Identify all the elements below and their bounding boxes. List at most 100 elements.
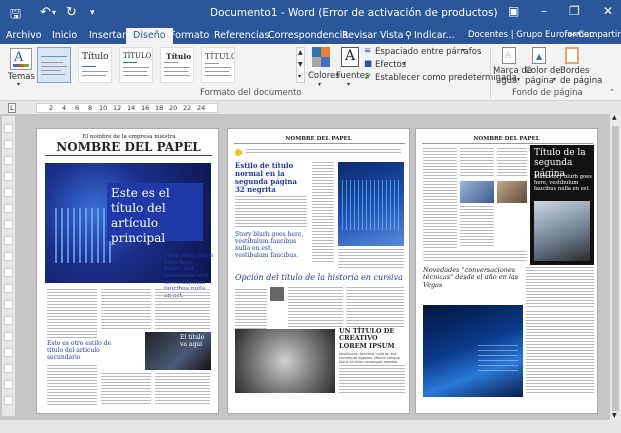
ruler-number: 18 <box>155 104 164 112</box>
horizontal-ruler-row: L 2 4 6 8 10 12 14 16 18 20 22 24 <box>0 101 621 114</box>
page2-photo-image <box>235 329 335 393</box>
customize-quick-access-icon[interactable]: ▾ <box>90 8 95 18</box>
page2-blurb: Story blurb goes here, vestibulum faucib… <box>235 231 304 259</box>
color-pagina-label[interactable]: Color de <box>525 66 561 76</box>
style-thumb-selected[interactable] <box>37 47 71 83</box>
colores-icon[interactable] <box>312 47 330 67</box>
efectos-dropdown-icon[interactable]: ▾ <box>403 60 406 67</box>
tab-selector-icon[interactable]: L <box>8 103 16 113</box>
check-icon[interactable]: ✔ <box>364 72 372 83</box>
scroll-up-icon[interactable]: ▲ <box>612 114 617 121</box>
vertical-ruler[interactable] <box>2 116 15 416</box>
espaciado-dropdown-icon[interactable]: ▾ <box>462 47 465 54</box>
page-1[interactable]: El nombre de la empresa nuestra NOMBRE D… <box>36 128 219 414</box>
ruler-number: 4 <box>62 104 67 112</box>
minimize-icon[interactable]: – <box>541 4 547 18</box>
scrollbar-thumb[interactable] <box>612 126 619 411</box>
tab-referencias[interactable]: Referencias <box>214 28 269 44</box>
tab-inicio[interactable]: Inicio <box>52 28 77 44</box>
page3-script-headline: Novedades "conversaciones técnicas" desd… <box>423 266 519 289</box>
page2-caps-headline: UN TÍTULO DE CREATIVO LOREM IPSUM <box>339 327 395 350</box>
page1-headline-box: Este es el título del artículo principal <box>107 183 203 245</box>
page-3[interactable]: NOMBRE DEL PAPEL Título de la segunda pá… <box>415 128 598 414</box>
close-icon[interactable]: ✕ <box>603 4 613 18</box>
ribbon-separator <box>490 48 491 98</box>
paragraph-spacing-icon[interactable]: ≡ <box>364 46 371 56</box>
undo-dropdown-icon[interactable]: ▾ <box>52 8 56 17</box>
ribbon-display-icon[interactable]: ▣ <box>508 4 519 18</box>
style-thumb-titulo-1[interactable]: Título <box>78 47 112 83</box>
bordes-label-2[interactable]: de página <box>560 76 602 86</box>
ruler-number: 6 <box>75 104 80 112</box>
scroll-down-icon[interactable]: ▼ <box>612 412 617 419</box>
fuentes-icon[interactable]: A <box>341 47 359 67</box>
marca-agua-dropdown-icon[interactable]: ▾ <box>517 76 520 83</box>
fondo-group-label: Fondo de página <box>512 88 583 98</box>
efectos-label[interactable]: Efectos <box>375 60 406 70</box>
temas-dropdown-icon[interactable]: ▾ <box>17 81 20 88</box>
temas-icon[interactable]: A <box>10 48 32 70</box>
tab-archivo[interactable]: Archivo <box>6 28 42 44</box>
tab-revisar[interactable]: Revisar <box>342 28 377 44</box>
tab-diseno[interactable]: Diseño <box>126 28 173 44</box>
marca-agua-label-2[interactable]: agua <box>496 76 517 86</box>
vertical-scrollbar[interactable]: ▲ ▼ <box>610 114 621 420</box>
ruler-number: 2 <box>49 104 54 112</box>
tell-me-icon[interactable]: ⚲ <box>405 28 412 44</box>
formato-group-label: Formato del documento <box>200 88 302 98</box>
page1-third-headline: El título va aquí <box>180 334 205 348</box>
page3-small-image-2 <box>497 181 527 203</box>
page-2[interactable]: NOMBRE DEL PAPEL Estilo de título normal… <box>227 128 410 414</box>
espaciado-label[interactable]: Espaciado entre párrafos <box>375 47 481 57</box>
share-icon[interactable]: ⚯ <box>568 28 576 44</box>
window-title: Documento1 - Word (Error de activación d… <box>210 7 498 19</box>
colores-dropdown-icon[interactable]: ▾ <box>318 81 321 88</box>
tab-vista[interactable]: Vista <box>380 28 403 44</box>
color-pagina-dropdown-icon[interactable]: ▾ <box>553 76 556 83</box>
color-pagina-label-2[interactable]: página <box>525 76 554 86</box>
tab-compartir[interactable]: Compartir <box>578 28 621 44</box>
gallery-scroll[interactable]: ▲ ▼ ▾ <box>296 47 305 83</box>
tab-formato[interactable]: Formato <box>170 28 209 44</box>
bordes-label[interactable]: Bordes <box>560 66 589 76</box>
tab-insertar[interactable]: Insertar <box>89 28 126 44</box>
title-bar: 🖫 ↶ ▾ ↻ ▾ Documento1 - Word (Error de ac… <box>0 0 621 26</box>
page1-masthead: NOMBRE DEL PAPEL <box>56 140 201 154</box>
ribbon-tabs: Archivo Inicio Insertar Diseño Formato R… <box>0 26 621 44</box>
style-thumb-titulo-4[interactable]: TÍTULO <box>201 47 235 83</box>
style-thumb-titulo-2[interactable]: TÍTULO <box>119 47 153 83</box>
temas-label[interactable]: Temas <box>8 72 35 82</box>
page3-side-blurb: Main story blurb goes here, vestibulum f… <box>534 174 592 192</box>
ruler-number: 20 <box>169 104 178 112</box>
page-color-icon[interactable]: ▲ <box>532 47 546 64</box>
colores-label[interactable]: Colores <box>308 71 340 81</box>
tab-indicar[interactable]: Indicar... <box>414 28 455 44</box>
horizontal-ruler[interactable]: 2 4 6 8 10 12 14 16 18 20 22 24 <box>36 103 218 113</box>
ruler-number: 12 <box>113 104 122 112</box>
undo-icon[interactable]: ↶ <box>40 5 51 20</box>
collapse-ribbon-icon[interactable]: ⌃ <box>609 88 615 96</box>
fuentes-dropdown-icon[interactable]: ▾ <box>347 81 350 88</box>
watermark-icon[interactable]: A <box>502 47 516 64</box>
page3-small-image-1 <box>460 181 494 203</box>
page3-masthead: NOMBRE DEL PAPEL <box>473 136 540 142</box>
save-icon[interactable]: 🖫 <box>10 5 21 27</box>
page-borders-icon[interactable] <box>565 47 579 64</box>
status-bar <box>0 420 621 433</box>
page3-side-image <box>534 201 590 261</box>
page3-side-panel: Título de la segunda página Main story b… <box>530 145 594 265</box>
style-thumb-titulo-3[interactable]: Título <box>160 47 194 83</box>
page1-headline: Este es el título del artículo principal <box>111 186 170 245</box>
page2-thumb-image <box>270 287 284 301</box>
page3-main-image <box>423 305 523 397</box>
page1-second-headline: Este es otro estilo de título del artícu… <box>47 340 112 361</box>
ruler-number: 24 <box>197 104 206 112</box>
redo-icon[interactable]: ↻ <box>66 5 77 20</box>
efectos-icon[interactable]: ■ <box>364 59 372 69</box>
page2-chart-image <box>338 162 404 246</box>
page2-masthead: NOMBRE DEL PAPEL <box>285 136 352 142</box>
page2-bullet-icon <box>235 149 242 156</box>
tab-correspondencia[interactable]: Correspondencia <box>268 28 348 44</box>
maximize-icon[interactable]: ❐ <box>569 4 580 18</box>
page2-headline: Estilo de título normal en la segunda pá… <box>235 161 297 195</box>
